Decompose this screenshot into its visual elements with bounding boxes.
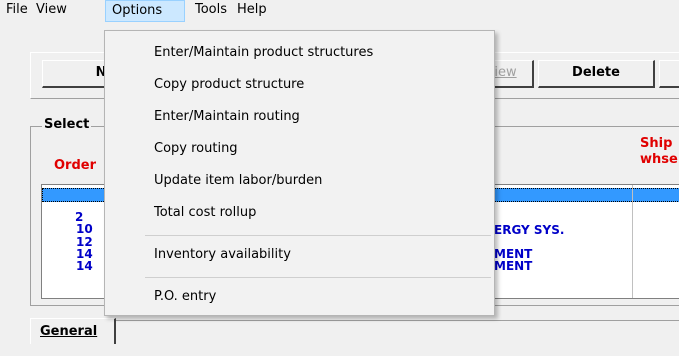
menu-item-copy-product-structure[interactable]: Copy product structure [154,77,304,93]
menu-tools[interactable]: Tools [189,0,233,22]
order-cell[interactable]: 10 [76,223,93,235]
menu-item-update-item-labor-burden[interactable]: Update item labor/burden [154,173,322,189]
grid-column-divider [632,185,633,298]
menu-separator [145,235,491,236]
menu-view[interactable]: View [30,0,73,22]
menu-separator [145,277,491,278]
tab-strip [116,320,679,342]
menu-options[interactable]: Options [105,0,185,22]
menu-help[interactable]: Help [231,0,273,22]
menu-item-enter-maintain-routing[interactable]: Enter/Maintain routing [154,109,300,125]
menu-item-po-entry[interactable]: P.O. entry [154,289,216,305]
menu-item-copy-routing[interactable]: Copy routing [154,141,238,157]
description-cell[interactable]: ERGY SYS. [494,224,564,236]
tab-general[interactable]: General [30,318,116,344]
description-cell[interactable]: MENT [494,260,532,272]
toolbar-button-partial[interactable] [659,60,679,88]
delete-button[interactable]: Delete [538,60,655,88]
ship-column-header-line2[interactable]: whse [640,152,678,167]
ship-column-header-line1[interactable]: Ship [640,136,672,151]
menu-item-inventory-availability[interactable]: Inventory availability [154,247,291,263]
view-button-label: iew [494,65,517,80]
options-dropdown-menu: Enter/Maintain product structures Copy p… [104,30,495,316]
menu-bar: File View Options Tools Help [0,0,679,22]
menu-item-enter-maintain-product-structures[interactable]: Enter/Maintain product structures [154,45,373,61]
menu-file[interactable]: File [0,0,34,22]
order-cell[interactable]: 14 [76,260,93,272]
delete-button-label: Delete [572,65,620,80]
order-column-header[interactable]: Order [54,158,96,173]
select-groupbox-title: Select [42,117,92,132]
tab-general-label: General [40,324,98,339]
menu-item-total-cost-rollup[interactable]: Total cost rollup [154,205,256,221]
